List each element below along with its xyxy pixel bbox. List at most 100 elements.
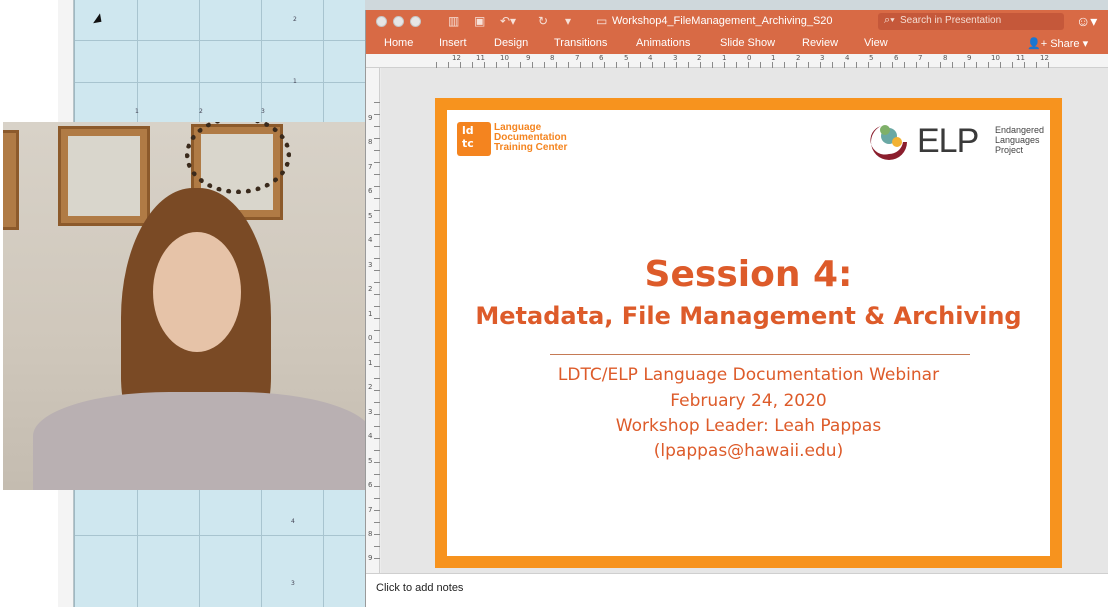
ruler-number: 10 bbox=[500, 54, 509, 62]
title-bar: ▥ ▣ ↶▾ ↻ ▾ ▭ Workshop4_FileManagement_Ar… bbox=[366, 10, 1108, 33]
minimize-window-button[interactable] bbox=[393, 16, 404, 27]
ruler-number: 0 bbox=[747, 54, 752, 62]
ruler-number: 7 bbox=[575, 54, 580, 62]
feedback-smiley-icon[interactable]: ☺▾ bbox=[1076, 13, 1097, 30]
current-slide[interactable]: ld tc Language Documentation Training Ce… bbox=[435, 98, 1062, 568]
map-number: 3 bbox=[291, 580, 295, 587]
ldtc-name-line: Training Center bbox=[494, 142, 568, 153]
ruler-number: 12 bbox=[1040, 54, 1049, 62]
ruler-number: 9 bbox=[967, 54, 972, 62]
ruler-number: 3 bbox=[673, 54, 678, 62]
zoom-window-button[interactable] bbox=[410, 16, 421, 27]
ruler-number: 6 bbox=[599, 54, 604, 62]
ruler-number: 2 bbox=[368, 383, 373, 391]
ruler-number: 7 bbox=[368, 506, 373, 514]
ruler-number: 5 bbox=[368, 457, 373, 465]
search-input[interactable]: ⌕▾ Search in Presentation bbox=[878, 13, 1064, 30]
slide-title: Session 4: bbox=[644, 254, 853, 295]
ruler-number: 2 bbox=[697, 54, 702, 62]
ldtc-name: Language Documentation Training Center bbox=[494, 123, 567, 153]
tab-transitions[interactable]: Transitions bbox=[554, 37, 607, 49]
webcam-video-feed bbox=[3, 122, 365, 490]
customize-toolbar-icon[interactable]: ▾ bbox=[565, 14, 571, 28]
slide-webinar-name: LDTC/ELP Language Documentation Webinar bbox=[557, 365, 940, 385]
ruler-number: 2 bbox=[796, 54, 801, 62]
ldtc-logo-icon: ld tc bbox=[457, 122, 491, 156]
share-button[interactable]: 👤+ Share ▾ bbox=[1027, 37, 1088, 50]
elp-name-line: Languages bbox=[995, 135, 1040, 145]
elp-name-line: Endangered bbox=[995, 125, 1045, 135]
share-label: Share bbox=[1050, 38, 1080, 50]
ruler-number: 9 bbox=[368, 554, 373, 562]
ruler-number: 9 bbox=[368, 114, 373, 122]
ruler-number: 9 bbox=[526, 54, 531, 62]
ruler-number: 4 bbox=[845, 54, 850, 62]
map-number: 3 bbox=[261, 108, 265, 115]
elp-full-name: Endangered Languages Project bbox=[995, 125, 1044, 155]
elp-wordmark: ELP bbox=[917, 122, 979, 160]
slide-content: ld tc Language Documentation Training Ce… bbox=[447, 110, 1050, 556]
ruler-number: 12 bbox=[452, 54, 461, 62]
tab-design[interactable]: Design bbox=[494, 37, 528, 49]
sidebar-toggle-icon[interactable]: ▥ bbox=[448, 14, 459, 28]
ruler-number: 2 bbox=[368, 285, 373, 293]
ruler-number: 5 bbox=[869, 54, 874, 62]
ruler-number: 1 bbox=[722, 54, 727, 62]
close-window-button[interactable] bbox=[376, 16, 387, 27]
undo-icon[interactable]: ↶▾ bbox=[500, 14, 516, 28]
elp-logo-icon bbox=[870, 125, 907, 160]
ruler-number: 6 bbox=[894, 54, 899, 62]
tab-home[interactable]: Home bbox=[384, 37, 413, 49]
save-icon[interactable]: ▣ bbox=[474, 14, 485, 28]
slide-date: February 24, 2020 bbox=[670, 391, 827, 411]
ruler-number: 7 bbox=[368, 163, 373, 171]
map-number: 1 bbox=[135, 108, 139, 115]
share-icon: 👤+ bbox=[1027, 38, 1051, 50]
slide-workshop-leader: Workshop Leader: Leah Pappas bbox=[615, 416, 882, 436]
document-icon: ▭ bbox=[596, 14, 608, 28]
ruler-number: 8 bbox=[550, 54, 555, 62]
slide-subtitle: Metadata, File Management & Archiving bbox=[475, 302, 1022, 330]
ruler-number: 5 bbox=[624, 54, 629, 62]
ruler-number: 7 bbox=[918, 54, 923, 62]
document-title: Workshop4_FileManagement_Archiving_S20 bbox=[612, 15, 833, 27]
picture-frame bbox=[3, 130, 19, 230]
ruler-number: 3 bbox=[368, 261, 373, 269]
map-number: 2 bbox=[293, 16, 297, 23]
ruler-number: 6 bbox=[368, 187, 373, 195]
vertical-ruler: 9 8 7 6 5 4 3 2 1 0 1 2 3 4 5 6 7 8 9 bbox=[366, 68, 380, 573]
ruler-number: 4 bbox=[368, 432, 373, 440]
ruler-number: 6 bbox=[368, 481, 373, 489]
ruler-number: 8 bbox=[368, 530, 373, 538]
notes-placeholder: Click to add notes bbox=[376, 582, 464, 594]
notes-pane[interactable]: Click to add notes bbox=[366, 573, 1108, 607]
map-region-top: 1 2 3 2 1 bbox=[74, 0, 366, 122]
map-number: 1 bbox=[293, 78, 297, 85]
ruler-number: 1 bbox=[368, 310, 373, 318]
redo-icon[interactable]: ↻ bbox=[538, 14, 548, 28]
picture-frame bbox=[58, 126, 150, 226]
slide-divider bbox=[550, 354, 970, 355]
search-placeholder: Search in Presentation bbox=[900, 15, 1002, 26]
slide-email: (lpappas@hawaii.edu) bbox=[653, 441, 844, 461]
ruler-number: 1 bbox=[771, 54, 776, 62]
ruler-number: 1 bbox=[368, 359, 373, 367]
tab-slide-show[interactable]: Slide Show bbox=[720, 37, 775, 49]
tab-insert[interactable]: Insert bbox=[439, 37, 467, 49]
ruler-number: 8 bbox=[943, 54, 948, 62]
ruler-number: 8 bbox=[368, 138, 373, 146]
ruler-number: 3 bbox=[820, 54, 825, 62]
map-number: 4 bbox=[291, 518, 295, 525]
map-region-bottom: 4 3 bbox=[74, 490, 366, 607]
tab-view[interactable]: View bbox=[864, 37, 888, 49]
map-number: 2 bbox=[199, 108, 203, 115]
screen: 1 2 3 2 1 4 3 ▥ ▣ ↶▾ ↻ ▾ ▭ Workshop4_Fil… bbox=[0, 0, 1108, 607]
ruler-number: 4 bbox=[368, 236, 373, 244]
tab-animations[interactable]: Animations bbox=[636, 37, 690, 49]
ruler-number: 10 bbox=[991, 54, 1000, 62]
ruler-number: 4 bbox=[648, 54, 653, 62]
search-icon: ⌕▾ bbox=[884, 14, 895, 26]
person-sweater bbox=[33, 392, 365, 490]
tab-review[interactable]: Review bbox=[802, 37, 838, 49]
ldtc-logo-letters: ld tc bbox=[462, 124, 474, 150]
